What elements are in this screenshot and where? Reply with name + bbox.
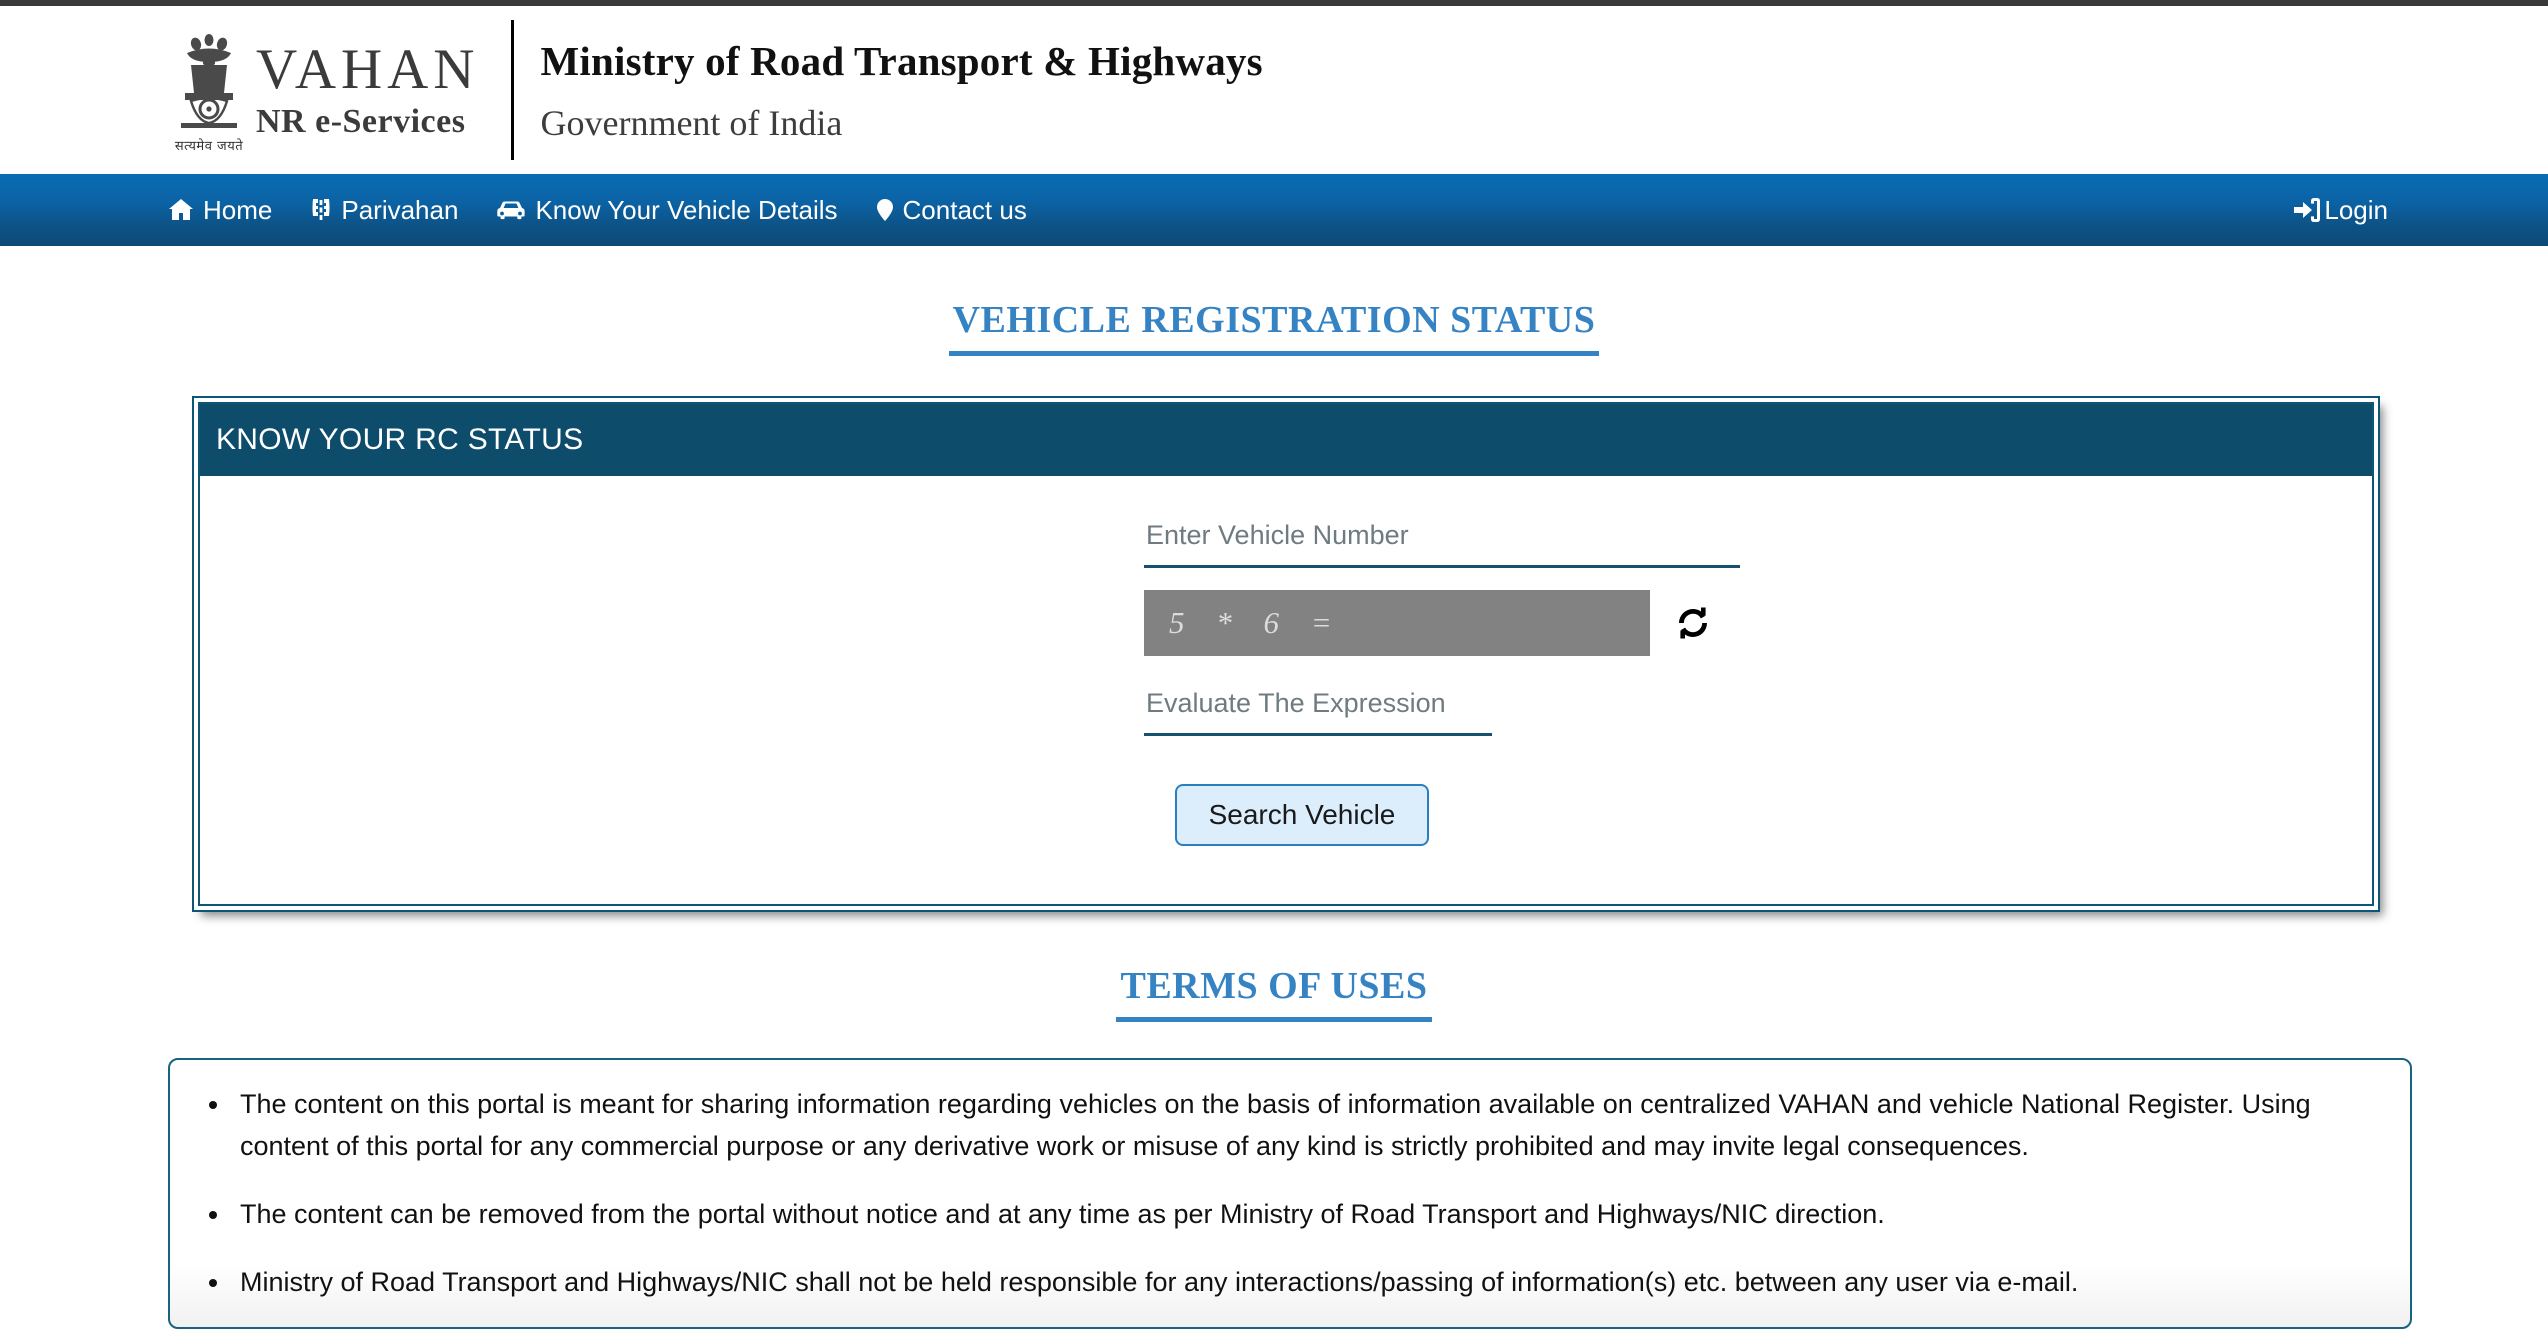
nav-item-parivahan[interactable]: Parivahan (310, 195, 458, 226)
card-body: 5 * 6 = (200, 476, 2372, 904)
captcha-answer-input[interactable] (1144, 682, 1492, 736)
card-header: KNOW YOUR RC STATUS (200, 404, 2372, 476)
nav-item-home-label: Home (203, 194, 273, 225)
logo-title: VAHAN (256, 38, 480, 101)
header-divider (511, 20, 515, 160)
sign-in-icon (2293, 198, 2321, 222)
vahan-logo: VAHAN NR e-Services (256, 41, 479, 139)
nav-item-contact-us[interactable]: Contact us (876, 195, 1027, 226)
nav-item-home[interactable]: Home (168, 195, 272, 226)
page-title: VEHICLE REGISTRATION STATUS (948, 298, 1600, 356)
vehicle-number-input[interactable] (1144, 514, 1740, 568)
emblem-motto: सत्यमेव जयते (174, 139, 244, 154)
captcha-image: 5 * 6 = (1144, 590, 1650, 656)
captcha-answer-field (1144, 682, 1492, 736)
road-icon (310, 198, 332, 222)
list-item: The content can be removed from the port… (232, 1194, 2386, 1236)
logo-subtitle: NR e-Services (256, 103, 466, 140)
nav-right: Login (2293, 195, 2388, 226)
nav-item-contact-us-label: Contact us (902, 194, 1027, 225)
rc-status-card-inner: KNOW YOUR RC STATUS 5 * 6 = (198, 402, 2374, 906)
main-navigation: Home Parivahan Know Your Vehicle Details… (0, 174, 2548, 246)
list-item: Ministry of Road Transport and Highways/… (232, 1262, 2386, 1304)
home-icon (168, 198, 194, 222)
page-title-container: VEHICLE REGISTRATION STATUS (0, 246, 2548, 356)
rc-status-card: KNOW YOUR RC STATUS 5 * 6 = (192, 396, 2380, 912)
map-pin-icon (876, 198, 894, 222)
car-icon (496, 199, 526, 221)
search-vehicle-button[interactable]: Search Vehicle (1174, 784, 1430, 846)
terms-list: The content on this portal is meant for … (190, 1084, 2386, 1303)
login-button[interactable]: Login (2293, 195, 2388, 226)
nav-item-know-your-vehicle-details-label: Know Your Vehicle Details (535, 194, 838, 225)
terms-title: TERMS OF USES (1116, 964, 1432, 1022)
terms-box: The content on this portal is meant for … (168, 1058, 2412, 1329)
government-name: Government of India (540, 102, 843, 143)
ministry-block: Ministry of Road Transport & Highways Go… (540, 37, 1262, 144)
site-header: सत्यमेव जयते VAHAN NR e-Services Ministr… (0, 6, 2548, 174)
rc-search-form: 5 * 6 = (1144, 514, 1740, 846)
nav-item-know-your-vehicle-details[interactable]: Know Your Vehicle Details (496, 194, 838, 226)
captcha-row: 5 * 6 = (1144, 590, 1740, 656)
national-emblem-icon: सत्यमेव जयते (170, 26, 248, 154)
nav-links: Home Parivahan Know Your Vehicle Details… (168, 195, 1027, 226)
refresh-captcha-button[interactable] (1672, 602, 1714, 644)
login-label: Login (2324, 194, 2388, 225)
terms-title-container: TERMS OF USES (0, 912, 2548, 1022)
vehicle-number-field (1144, 514, 1740, 568)
list-item: The content on this portal is meant for … (232, 1084, 2386, 1168)
search-button-row: Search Vehicle (864, 784, 1740, 846)
ministry-name: Ministry of Road Transport & Highways (540, 37, 1263, 84)
nav-item-parivahan-label: Parivahan (341, 194, 459, 225)
